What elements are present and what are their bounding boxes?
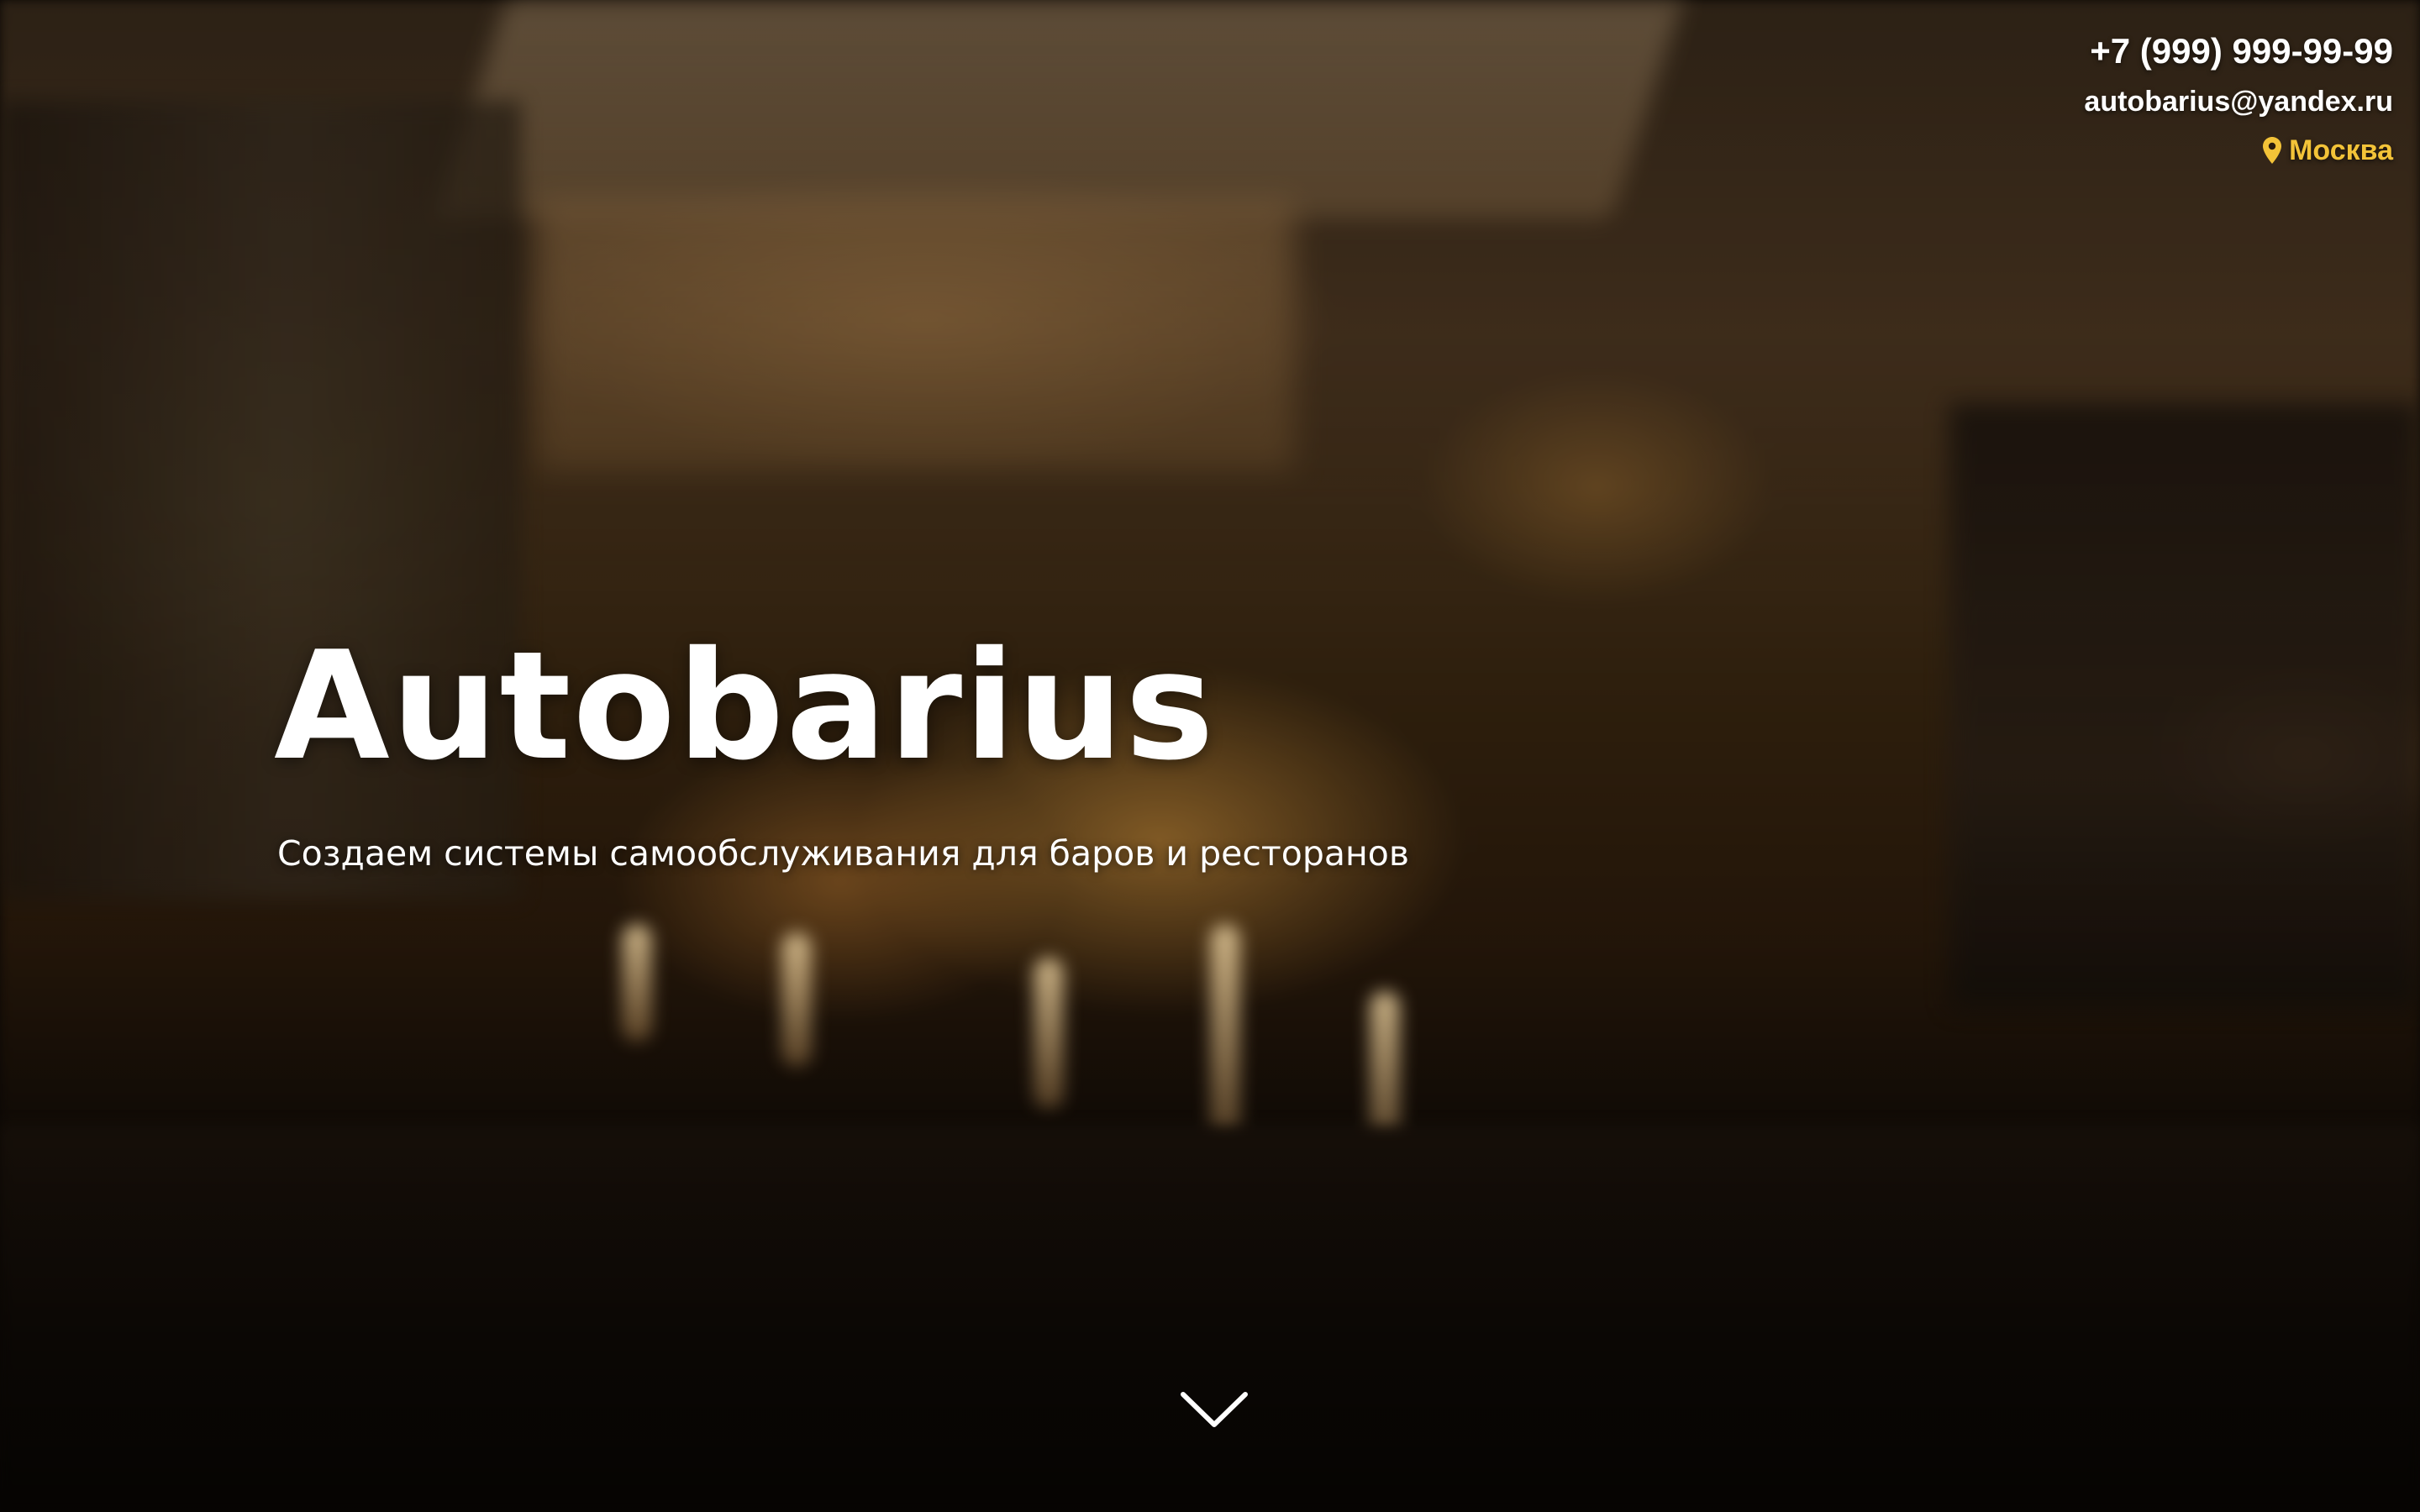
- hero-section: +7 (999) 999-99-99 autobarius@yandex.ru …: [0, 0, 2420, 1512]
- brand-title: Autobarius: [274, 619, 1216, 793]
- email-link[interactable]: autobarius@yandex.ru: [2084, 77, 2393, 126]
- city-link[interactable]: Москва: [2262, 126, 2393, 175]
- contact-block: +7 (999) 999-99-99 autobarius@yandex.ru …: [2084, 25, 2393, 175]
- city-label: Москва: [2289, 134, 2393, 166]
- chevron-down-icon: [1181, 1392, 1248, 1427]
- phone-link[interactable]: +7 (999) 999-99-99: [2084, 25, 2393, 77]
- scroll-down-button[interactable]: [1180, 1389, 1249, 1431]
- hero-tagline: Создаем системы самообслуживания для бар…: [277, 833, 1410, 874]
- map-pin-icon: [2263, 137, 2282, 164]
